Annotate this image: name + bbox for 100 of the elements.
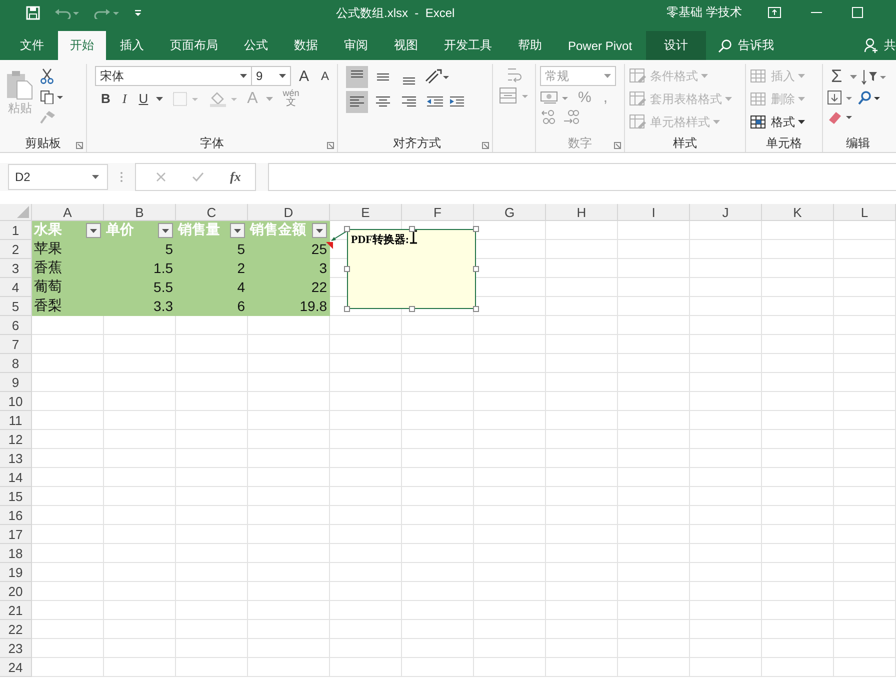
- dialog-launcher-icon[interactable]: [76, 142, 83, 149]
- ribbon-tab[interactable]: 文件: [8, 31, 56, 60]
- account-name[interactable]: 零基础 学技术: [666, 4, 742, 21]
- ribbon-tab[interactable]: 开始: [58, 31, 106, 60]
- row-header[interactable]: 9: [0, 373, 32, 392]
- row-header[interactable]: 6: [0, 316, 32, 335]
- column-header[interactable]: F: [402, 204, 474, 221]
- resize-handle[interactable]: [473, 306, 479, 312]
- share-button[interactable]: 共: [854, 31, 896, 60]
- cancel-icon[interactable]: [156, 172, 166, 182]
- eraser-icon[interactable]: [827, 109, 853, 125]
- row-header[interactable]: 3: [0, 259, 32, 278]
- row-header[interactable]: 4: [0, 278, 32, 297]
- filter-dropdown-icon[interactable]: [86, 222, 101, 238]
- minimize-icon[interactable]: [811, 12, 822, 14]
- autosum-button[interactable]: Σ: [827, 66, 846, 87]
- filter-dropdown-icon[interactable]: [312, 222, 327, 238]
- search-icon[interactable]: [857, 90, 881, 106]
- ribbon-tab[interactable]: 帮助: [506, 31, 554, 60]
- resize-handle[interactable]: [473, 226, 479, 232]
- font-name-field[interactable]: 宋体: [95, 66, 252, 86]
- fill-down-icon[interactable]: [827, 90, 853, 106]
- column-header[interactable]: E: [330, 204, 402, 221]
- align-top-icon[interactable]: [346, 66, 368, 88]
- border-icon[interactable]: [173, 92, 200, 106]
- shrink-font-button[interactable]: A: [316, 69, 333, 83]
- ribbon-tab[interactable]: 公式: [232, 31, 280, 60]
- ribbon-tab[interactable]: 视图: [382, 31, 430, 60]
- row-header[interactable]: 19: [0, 563, 32, 582]
- comment-box[interactable]: PDF转换器:: [347, 229, 476, 309]
- resize-handle[interactable]: [473, 266, 479, 272]
- row-header[interactable]: 16: [0, 506, 32, 525]
- undo-icon[interactable]: [54, 6, 80, 18]
- filter-dropdown-icon[interactable]: [158, 222, 173, 238]
- row-header[interactable]: 14: [0, 468, 32, 487]
- redo-icon[interactable]: [94, 6, 120, 18]
- row-header[interactable]: 11: [0, 411, 32, 430]
- dialog-launcher-icon[interactable]: [327, 142, 334, 149]
- resize-handle[interactable]: [344, 306, 350, 312]
- ribbon-tab[interactable]: 数据: [282, 31, 330, 60]
- ribbon-tab[interactable]: 页面布局: [158, 31, 230, 60]
- column-header[interactable]: A: [32, 204, 104, 221]
- column-header[interactable]: I: [618, 204, 690, 221]
- column-header[interactable]: C: [176, 204, 248, 221]
- italic-button[interactable]: I: [118, 90, 131, 106]
- row-header[interactable]: 22: [0, 620, 32, 639]
- save-icon[interactable]: [26, 6, 40, 20]
- copy-icon[interactable]: [40, 90, 64, 104]
- formula-input-field[interactable]: [268, 163, 896, 191]
- resize-handle[interactable]: [344, 226, 350, 232]
- ribbon-tab[interactable]: 插入: [108, 31, 156, 60]
- dropdown-arrow-icon[interactable]: [156, 96, 164, 100]
- sort-filter-icon[interactable]: [861, 68, 888, 84]
- row-header[interactable]: 17: [0, 525, 32, 544]
- column-header[interactable]: L: [834, 204, 896, 221]
- ribbon-display-icon[interactable]: [768, 7, 781, 18]
- row-header[interactable]: 20: [0, 582, 32, 601]
- insert-function-button[interactable]: fx: [230, 169, 241, 185]
- column-header[interactable]: J: [690, 204, 762, 221]
- ribbon-tab[interactable]: 开发工具: [432, 31, 504, 60]
- row-header[interactable]: 24: [0, 658, 32, 677]
- font-size-field[interactable]: 9: [250, 66, 291, 86]
- row-header[interactable]: 10: [0, 392, 32, 411]
- checkmark-icon[interactable]: [192, 172, 204, 182]
- column-header[interactable]: K: [762, 204, 834, 221]
- ribbon-tab[interactable]: 设计: [646, 31, 706, 60]
- cells-menu-button[interactable]: 格式: [750, 112, 818, 132]
- row-header[interactable]: 15: [0, 487, 32, 506]
- ribbon-tab[interactable]: 审阅: [332, 31, 380, 60]
- row-header[interactable]: 1: [0, 221, 32, 240]
- row-header[interactable]: 5: [0, 297, 32, 316]
- paintbrush-icon[interactable]: [40, 110, 56, 124]
- row-header[interactable]: 13: [0, 449, 32, 468]
- name-box[interactable]: D2: [8, 164, 108, 190]
- maximize-icon[interactable]: [852, 7, 863, 18]
- column-header[interactable]: D: [248, 204, 330, 221]
- dialog-launcher-icon[interactable]: [482, 142, 489, 149]
- customize-toolbar-icon[interactable]: [134, 8, 142, 16]
- filter-dropdown-icon[interactable]: [230, 222, 245, 238]
- row-header[interactable]: 21: [0, 601, 32, 620]
- fill-color-icon[interactable]: [209, 90, 240, 106]
- scissors-icon[interactable]: [40, 68, 54, 84]
- row-header[interactable]: 23: [0, 639, 32, 658]
- resize-handle[interactable]: [344, 266, 350, 272]
- underline-button[interactable]: U: [134, 91, 152, 106]
- grow-font-button[interactable]: A: [294, 68, 313, 84]
- bold-button[interactable]: B: [97, 91, 114, 106]
- column-header[interactable]: B: [104, 204, 176, 221]
- column-header[interactable]: H: [546, 204, 618, 221]
- align-left-icon[interactable]: [346, 91, 368, 113]
- row-header[interactable]: 8: [0, 354, 32, 373]
- row-header[interactable]: 18: [0, 544, 32, 563]
- dropdown-arrow-icon[interactable]: [850, 74, 858, 78]
- row-header[interactable]: 7: [0, 335, 32, 354]
- wrap-text-icon[interactable]: [506, 66, 522, 84]
- ribbon-tab[interactable]: Power Pivot: [556, 31, 644, 60]
- tell-me-search[interactable]: 告诉我: [708, 31, 784, 60]
- column-header[interactable]: G: [474, 204, 546, 221]
- row-header[interactable]: 12: [0, 430, 32, 449]
- merge-cells-icon[interactable]: [499, 87, 529, 105]
